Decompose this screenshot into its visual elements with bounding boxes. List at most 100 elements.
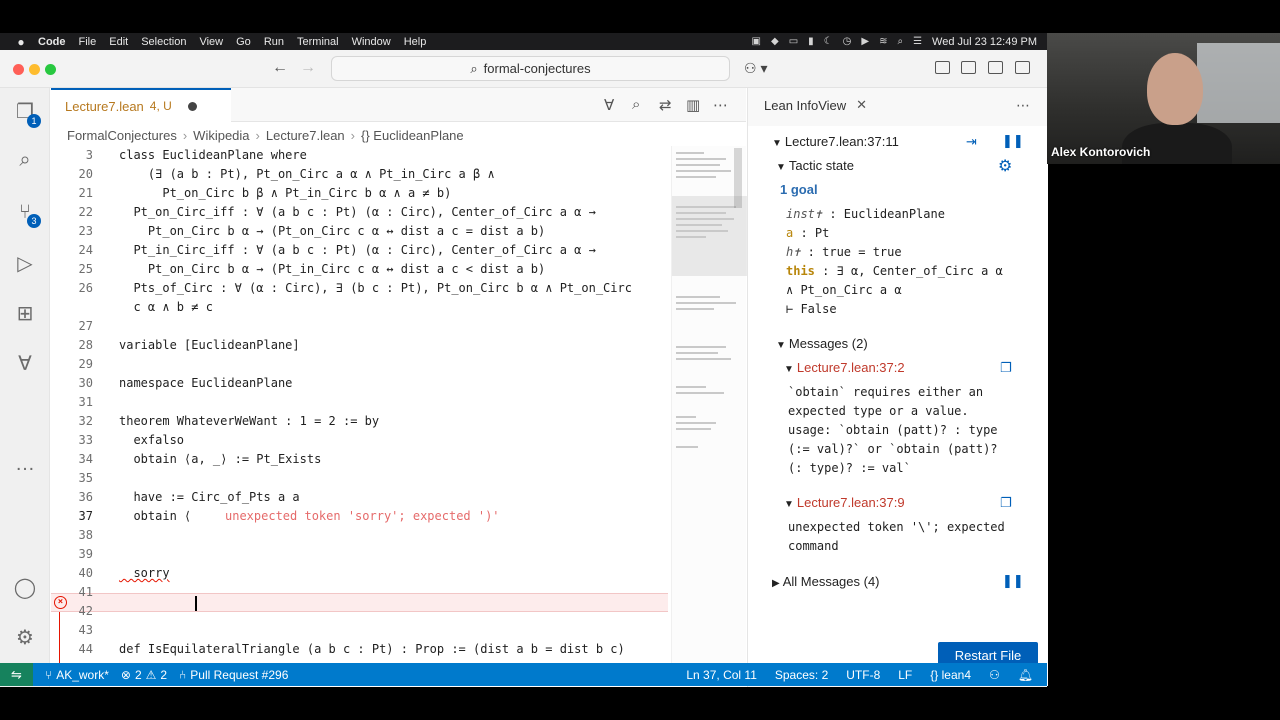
split-editor-icon[interactable]: ▥ [686, 96, 700, 114]
triangle-down-icon: ▼ [776, 340, 786, 351]
pull-request-indicator[interactable]: ⑃ Pull Request #296 [179, 668, 288, 682]
dropbox-icon[interactable]: ◆ [771, 36, 779, 47]
clock-icon[interactable]: ◷ [843, 36, 852, 47]
menu-go[interactable]: Go [232, 36, 251, 48]
account-icon[interactable]: ◯ [13, 576, 37, 600]
tab-lecture7[interactable]: Lecture7.lean 4, U [51, 88, 231, 122]
more-actions-icon[interactable]: ⋯ [713, 96, 728, 114]
code-line: 29 [78, 357, 93, 371]
settings-gear-icon[interactable]: ⚙ [13, 626, 37, 650]
copy-to-comment-icon[interactable]: ❐ [1000, 495, 1012, 511]
code-line: 23 Pt_on_Circ b α → (Pt_on_Circ c α ↔ di… [78, 224, 546, 238]
code-line: 33 exfalso [78, 433, 185, 447]
language-mode[interactable]: {} lean4 [930, 668, 971, 682]
pull-request-icon: ⑃ [179, 667, 187, 682]
tactic-state-header[interactable]: ▼ Tactic state [776, 158, 854, 173]
zoom-window-button[interactable] [45, 64, 56, 75]
code-line: 26 Pts_of_Circ : ∀ (α : Circ), ∃ (b c : … [78, 281, 632, 295]
battery-icon[interactable]: ▮ [808, 36, 814, 47]
forward-arrow-icon[interactable]: → [300, 59, 316, 77]
cursor-position[interactable]: Ln 37, Col 11 [686, 668, 757, 682]
code-line: 32 theorem WhateverWeWant : 1 = 2 := by [78, 414, 380, 428]
close-window-button[interactable] [13, 64, 24, 75]
breadcrumb-item[interactable]: {} EuclideanPlane [361, 128, 464, 143]
extensions-icon[interactable]: ⊞ [13, 302, 37, 326]
error-message: unexpected token '\'; expected command [788, 520, 1005, 553]
indentation[interactable]: Spaces: 2 [775, 668, 828, 682]
display-icon[interactable]: ▭ [789, 36, 798, 47]
menu-edit[interactable]: Edit [105, 36, 128, 48]
toggle-panel-icon[interactable] [988, 61, 1003, 74]
menu-help[interactable]: Help [400, 36, 427, 48]
vertical-scrollbar[interactable] [734, 148, 742, 208]
back-arrow-icon[interactable]: ← [272, 59, 288, 77]
copilot-icon[interactable]: ⚇ ▾ [744, 60, 767, 77]
code-line: 35 [78, 471, 93, 485]
problems-indicator[interactable]: ⊗ 2 ⚠ 2 [121, 668, 167, 682]
command-center-search[interactable]: ⌕ formal-conjectures [331, 56, 730, 81]
compare-icon[interactable]: ⇄ [659, 96, 672, 114]
copilot-status-icon[interactable]: ⚇ [989, 668, 1000, 682]
pause-icon[interactable]: ❚❚ [1002, 573, 1024, 589]
menu-window[interactable]: Window [348, 36, 391, 48]
tab-lean-infoview[interactable]: Lean InfoView ✕ ⋯ [748, 88, 1048, 122]
presenter-name: Alex Kontorovich [1051, 145, 1151, 159]
wifi-icon[interactable]: ≋ [879, 36, 887, 47]
cursor-location-header[interactable]: ▼ Lecture7.lean:37:11 [772, 134, 899, 149]
control-center-icon[interactable]: ☰ [913, 36, 922, 47]
search-icon[interactable]: ⌕ [897, 36, 903, 47]
menu-file[interactable]: File [75, 36, 97, 48]
customize-layout-icon[interactable] [935, 61, 950, 74]
message-location[interactable]: ▼ Lecture7.lean:37:9 [784, 495, 905, 510]
pause-icon[interactable]: ❚❚ [1002, 133, 1024, 149]
more-actions-icon[interactable]: ⋯ [1016, 97, 1030, 114]
menu-run[interactable]: Run [260, 36, 284, 48]
all-messages-header[interactable]: ▶ All Messages (4) [772, 574, 880, 589]
notifications-bell-icon[interactable]: 🔔︎ [1018, 668, 1033, 682]
line-ending[interactable]: LF [898, 668, 912, 682]
message-location[interactable]: ▼ Lecture7.lean:37:2 [784, 360, 905, 375]
close-icon[interactable]: ✕ [856, 97, 867, 113]
hypothesis: this : ∃ α, Center_of_Circ a α [786, 264, 1003, 278]
menu-view[interactable]: View [195, 36, 223, 48]
minimize-window-button[interactable] [29, 64, 40, 75]
messages-header[interactable]: ▼ Messages (2) [776, 336, 868, 351]
apple-icon[interactable]: ● [8, 35, 34, 49]
breadcrumb-item[interactable]: Wikipedia [193, 128, 249, 143]
chevron-right-icon: › [182, 128, 188, 143]
copy-to-comment-icon[interactable]: ❐ [1000, 360, 1012, 376]
tab-status: 4, U [149, 99, 172, 113]
triangle-down-icon: ▼ [776, 162, 786, 173]
pin-icon[interactable]: ⇥ [966, 134, 977, 150]
branch-indicator[interactable]: ⑂ AK_work* [45, 668, 109, 682]
code-editor[interactable]: × 3 class EuclideanPlane where 20 (∃ (a b… [51, 146, 671, 676]
breadcrumb-item[interactable]: Lecture7.lean [266, 128, 345, 143]
lean-forall-icon[interactable]: ∀ [604, 96, 614, 114]
menu-app-name[interactable]: Code [34, 36, 66, 48]
play-icon[interactable]: ▶ [861, 36, 869, 47]
remote-indicator-icon[interactable]: ⇋ [0, 663, 33, 686]
search-icon: ⌕ [470, 60, 478, 76]
code-line: 38 [78, 528, 93, 542]
minimap[interactable] [671, 146, 747, 676]
unsaved-dot-icon[interactable] [187, 101, 197, 111]
toggle-secondary-sidebar-icon[interactable] [1015, 61, 1030, 74]
screen-share-icon[interactable]: ▣ [752, 36, 761, 47]
code-line: 34 obtain ⟨a, _⟩ := Pt_Exists [78, 452, 322, 466]
run-debug-icon[interactable]: ▷ [13, 252, 37, 276]
moon-icon[interactable]: ☾ [824, 36, 833, 47]
code-line: 39 [78, 547, 93, 561]
menu-selection[interactable]: Selection [137, 36, 186, 48]
triangle-right-icon: ▶ [772, 578, 780, 589]
lean-icon[interactable]: ∀ [13, 352, 37, 376]
more-icon[interactable]: … [13, 452, 37, 476]
menubar-clock[interactable]: Wed Jul 23 12:49 PM [932, 36, 1037, 48]
settings-gear-icon[interactable]: ⚙ [998, 156, 1012, 176]
toggle-primary-sidebar-icon[interactable] [961, 61, 976, 74]
breadcrumb-item[interactable]: FormalConjectures [67, 128, 177, 143]
search-icon[interactable]: ⌕ [632, 96, 640, 113]
search-icon[interactable]: ⌕ [13, 148, 37, 172]
encoding[interactable]: UTF-8 [846, 668, 880, 682]
menu-terminal[interactable]: Terminal [293, 36, 339, 48]
activity-bar: ❐ 1 ⌕ ⑂ 3 ▷ ⊞ ∀ … ◯ ⚙ [0, 88, 50, 687]
